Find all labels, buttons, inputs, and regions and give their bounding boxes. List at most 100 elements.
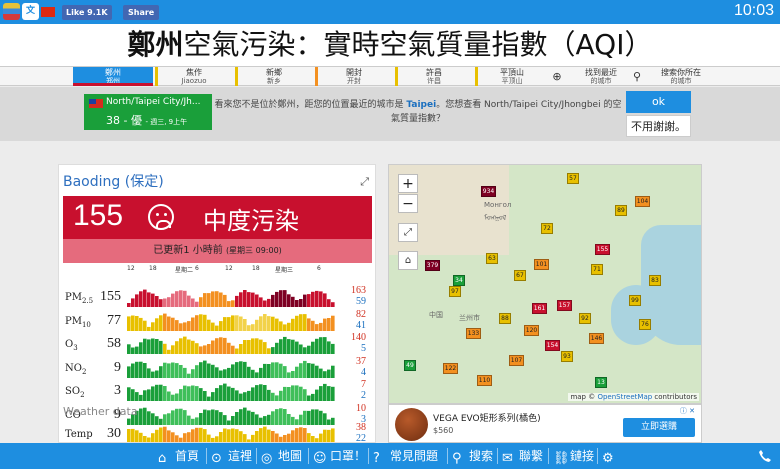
tab-kaifeng[interactable]: 開封 开封 xyxy=(315,67,393,86)
layers-icon[interactable]: ⌂ xyxy=(398,251,418,270)
app-icon[interactable] xyxy=(3,3,20,20)
sparkline-bar xyxy=(219,385,223,401)
map-station-marker[interactable]: 13 xyxy=(595,377,607,388)
pollutant-sparkline xyxy=(127,336,335,354)
nav-home[interactable]: ⌂ 首頁 xyxy=(158,443,199,469)
ad-buy-button[interactable]: 立即選購 xyxy=(623,418,695,437)
sparkline-bar xyxy=(195,343,199,354)
map-station-marker[interactable]: 146 xyxy=(589,333,604,344)
sparkline-bar xyxy=(327,299,331,307)
map-station-marker[interactable]: 154 xyxy=(545,340,560,351)
china-flag-icon[interactable] xyxy=(41,7,55,17)
tab-zhengzhou[interactable]: 鄭州 郑州 xyxy=(73,67,153,86)
map-station-marker[interactable]: 71 xyxy=(591,264,603,275)
map-station-marker[interactable]: 120 xyxy=(524,325,539,336)
pollutant-min: 59 xyxy=(356,296,366,307)
pollutant-row[interactable]: Temp 30 38 22 xyxy=(63,422,372,443)
phone-icon[interactable] xyxy=(758,449,772,463)
sparkline-bar xyxy=(319,386,323,401)
tab-search-city[interactable]: 搜索你所在 的城市 xyxy=(646,67,716,86)
sparkline-bar xyxy=(247,340,251,354)
zoom-in-button[interactable]: + xyxy=(398,174,418,193)
map-station-marker[interactable]: 107 xyxy=(509,355,524,366)
pollutant-row[interactable]: SO2 3 7 2 xyxy=(63,379,372,403)
sparkline-bar xyxy=(131,315,135,331)
sparkline-bar xyxy=(143,362,147,378)
map-station-marker[interactable]: 101 xyxy=(534,259,549,270)
no-thanks-button[interactable]: 不用謝謝。 xyxy=(626,115,691,137)
map-station-marker[interactable]: 89 xyxy=(615,205,627,216)
map-station-marker[interactable]: 155 xyxy=(595,244,610,255)
sparkline-bar xyxy=(243,361,247,378)
pollutant-row[interactable]: NO2 9 37 4 xyxy=(63,356,372,380)
station-name[interactable]: Baoding (保定) xyxy=(63,171,164,191)
attrib-link[interactable]: OpenStreetMap xyxy=(597,393,652,401)
tab-jiaozuo[interactable]: 焦作 Jiaozuo xyxy=(155,67,233,86)
notice-city-link[interactable]: Taipei xyxy=(406,100,436,110)
pollutant-row[interactable]: PM10 77 82 41 xyxy=(63,309,372,333)
sparkline-bar xyxy=(235,361,239,378)
nav-link[interactable]: ⛓鏈接 xyxy=(553,443,594,469)
map-station-marker[interactable]: 72 xyxy=(541,223,553,234)
sparkline-bar xyxy=(131,347,135,354)
ad-banner[interactable]: VEGA EVO矩形系列(橘色) $560 ⓘ ✕ 立即選購 xyxy=(388,404,702,443)
tab-nearest-city[interactable]: 找到最近 的城市 xyxy=(566,67,636,86)
nav-contact[interactable]: ✉ 聯繫 xyxy=(502,443,543,469)
map-station-marker[interactable]: 934 xyxy=(481,186,496,197)
pollutant-min: 22 xyxy=(356,433,366,443)
fullscreen-icon[interactable]: ⤢ xyxy=(398,223,418,242)
sparkline-bar xyxy=(271,347,275,354)
zoom-out-button[interactable]: − xyxy=(398,194,418,213)
sparkline-bar xyxy=(167,430,171,442)
nav-location[interactable]: ⊙ 這裡 xyxy=(211,443,252,469)
nav-search[interactable]: ⚲ 搜索 xyxy=(452,443,493,469)
map-station-marker[interactable]: 63 xyxy=(486,253,498,264)
sparkline-bar xyxy=(199,313,203,331)
map-station-marker[interactable]: 379 xyxy=(425,260,440,271)
map-station-marker[interactable]: 76 xyxy=(639,319,651,330)
title-city: 鄭州 xyxy=(127,28,184,61)
map-station-marker[interactable]: 133 xyxy=(466,328,481,339)
tab-pingdingshan[interactable]: 平頂山 平顶山 xyxy=(475,67,549,86)
map-station-marker[interactable]: 49 xyxy=(404,360,416,371)
pollutant-row[interactable]: O3 58 140 5 xyxy=(63,332,372,356)
map-station-marker[interactable]: 83 xyxy=(649,275,661,286)
translate-icon[interactable]: 文 xyxy=(22,3,39,20)
map-station-marker[interactable]: 57 xyxy=(567,173,579,184)
nav-mask[interactable]: ☺ 口罩！ xyxy=(313,443,366,469)
map-station-marker[interactable]: 88 xyxy=(499,313,511,324)
map-station-marker[interactable]: 157 xyxy=(557,300,572,311)
map-station-marker[interactable]: 99 xyxy=(629,295,641,306)
expand-icon[interactable]: ⤢ xyxy=(360,175,369,189)
map-station-marker[interactable]: 161 xyxy=(532,303,547,314)
map-station-marker[interactable]: 97 xyxy=(449,286,461,297)
map-station-marker[interactable]: 92 xyxy=(579,313,591,324)
fb-like-button[interactable]: Like 9.1K xyxy=(62,5,112,20)
sparkline-bar xyxy=(247,390,251,401)
nav-faq[interactable]: ? 常見問題 xyxy=(373,443,438,469)
search-icon[interactable]: ⚲ xyxy=(630,67,644,86)
sparkline-bar xyxy=(303,347,307,354)
ad-info-icon[interactable]: ⓘ ✕ xyxy=(680,406,695,416)
map-station-marker[interactable]: 122 xyxy=(443,363,458,374)
nav-settings[interactable]: ⚙ xyxy=(602,443,619,469)
sparkline-bar xyxy=(151,433,155,442)
aqi-map[interactable]: Монгол ᠮᠣᠩᠭᠣᠯ 兰州市 中国 + − ⤢ ⌂ 57 934 104 72 8… xyxy=(388,164,702,404)
sparkline-bar xyxy=(127,344,131,354)
tab-xinxiang[interactable]: 新鄉 新乡 xyxy=(235,67,313,86)
map-station-marker[interactable]: 34 xyxy=(453,275,465,286)
sparkline-bar xyxy=(259,339,263,354)
locate-icon[interactable]: ⊕ xyxy=(551,67,563,86)
tab-xuchang[interactable]: 許昌 许昌 xyxy=(395,67,473,86)
nearest-city-card[interactable]: North/Taipei City/Jh... 38 - 優 - 週三, 9上午 xyxy=(84,94,212,130)
map-station-marker[interactable]: 93 xyxy=(561,351,573,362)
ok-button[interactable]: ok xyxy=(626,91,691,113)
map-station-marker[interactable]: 104 xyxy=(635,196,650,207)
nav-globe[interactable]: ◎ 地圖 xyxy=(261,443,302,469)
map-station-marker[interactable]: 110 xyxy=(477,375,492,386)
share-button[interactable]: Share xyxy=(123,5,160,20)
map-station-marker[interactable]: 67 xyxy=(514,270,526,281)
sparkline-bar xyxy=(267,363,271,378)
sparkline-bar xyxy=(135,315,139,331)
pollutant-row[interactable]: PM2.5 155 163 59 xyxy=(63,285,372,309)
